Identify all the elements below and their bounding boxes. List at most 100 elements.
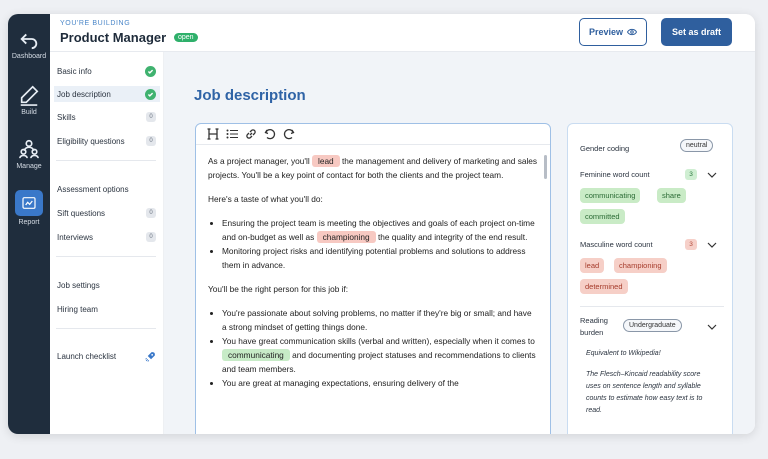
step-interviews-label: Interviews — [57, 232, 94, 242]
gender-coding-label: Gender coding — [580, 144, 630, 153]
masculine-word-tag: determined — [580, 279, 628, 294]
step-eligibility-questions[interactable]: Eligibility questions 0 — [54, 133, 160, 149]
report-icon — [22, 197, 36, 209]
editor-scrollbar[interactable] — [544, 155, 547, 179]
page-header: YOU'RE BUILDING Product Manager open Pre… — [50, 14, 755, 52]
undo-icon[interactable] — [263, 128, 276, 141]
main-content: Job description As a project manager, yo… — [164, 52, 755, 434]
text: You have great communication skills (ver… — [222, 336, 535, 346]
chevron-down-icon[interactable] — [707, 241, 717, 249]
steps-divider — [56, 328, 156, 329]
list-item: Monitoring project risks and identifying… — [222, 244, 538, 272]
step-job-description[interactable]: Job description — [54, 86, 160, 102]
feminine-word-count-label: Feminine word count — [580, 170, 650, 179]
masculine-word-count-label: Masculine word count — [580, 240, 653, 249]
pen-icon — [20, 85, 39, 106]
step-basic-info-label: Basic info — [57, 66, 92, 76]
feminine-highlight[interactable]: communicating — [222, 349, 290, 361]
redo-icon[interactable] — [282, 128, 295, 141]
bullet-list: You're passionate about solving problems… — [222, 306, 538, 390]
heading-icon[interactable] — [206, 128, 219, 141]
chevron-down-icon[interactable] — [707, 171, 717, 179]
nav-dashboard[interactable]: Dashboard — [8, 28, 50, 60]
check-icon — [145, 88, 156, 100]
masculine-word-tag: lead — [580, 258, 605, 273]
list-item: Ensuring the project team is meeting the… — [222, 216, 538, 244]
reading-equivalent: Equivalent to Wikipedia! — [586, 350, 661, 357]
paragraph: You'll be the right person for this job … — [208, 284, 349, 294]
list-item: You are great at managing expectations, … — [222, 376, 538, 390]
status-badge: open — [174, 33, 198, 42]
eye-icon — [627, 28, 638, 36]
preview-button[interactable]: Preview — [579, 18, 647, 46]
masculine-word-tag: championing — [614, 258, 667, 273]
feminine-count-badge: 3 — [685, 169, 697, 180]
header-eyebrow: YOU'RE BUILDING — [60, 20, 131, 27]
step-launch-checklist[interactable]: Launch checklist — [54, 348, 160, 364]
step-skills-label: Skills — [57, 112, 76, 122]
step-hiring-team[interactable]: Hiring team — [54, 301, 160, 317]
steps-divider — [56, 160, 156, 161]
reading-burden-value: Undergraduate — [623, 319, 682, 332]
preview-label: Preview — [588, 27, 624, 37]
check-icon — [145, 65, 156, 77]
step-launch-label: Launch checklist — [57, 351, 117, 361]
step-sift-label: Sift questions — [57, 208, 106, 218]
feminine-word-tag: communicating — [580, 188, 641, 203]
set-as-draft-button[interactable]: Set as draft — [661, 18, 732, 46]
reading-burden-label-2: burden — [580, 328, 604, 337]
list-item: You have great communication skills (ver… — [222, 334, 538, 376]
step-basic-info[interactable]: Basic info — [54, 63, 160, 79]
rocket-icon — [145, 351, 155, 362]
step-job-settings-label: Job settings — [57, 280, 100, 290]
nav-build-label: Build — [21, 109, 37, 116]
nav-report-label: Report — [18, 219, 40, 226]
job-description-editor[interactable]: As a project manager, you'll lead the ma… — [195, 123, 551, 434]
masculine-highlight[interactable]: lead — [311, 155, 340, 167]
bullet-list-icon[interactable] — [225, 128, 238, 141]
nav-dashboard-label: Dashboard — [11, 53, 47, 60]
feminine-word-tag: share — [657, 188, 686, 203]
back-arrow-icon — [20, 33, 38, 50]
gender-coding-value: neutral — [680, 139, 714, 152]
bullet-list: Ensuring the project team is meeting the… — [222, 216, 538, 272]
step-job-description-label: Job description — [57, 89, 111, 99]
paragraph: As a project manager, you'll lead the ma… — [208, 154, 538, 182]
editor-toolbar — [196, 124, 550, 145]
gender-coding-panel: Gender coding neutral Feminine word coun… — [567, 123, 733, 434]
step-job-settings[interactable]: Job settings — [54, 277, 160, 293]
step-assessment-label: Assessment options — [57, 184, 129, 194]
masculine-highlight[interactable]: championing — [316, 231, 376, 243]
feminine-word-tag: committed — [580, 209, 625, 224]
nav-build[interactable]: Build — [8, 84, 50, 116]
nav-manage-label: Manage — [16, 163, 42, 170]
masculine-count-badge: 3 — [685, 239, 697, 250]
text: As a project manager, you'll — [208, 156, 310, 166]
section-title: Job description — [194, 87, 306, 104]
step-interviews[interactable]: Interviews 0 — [54, 229, 160, 245]
paragraph: Here's a taste of what you'll do: — [208, 194, 323, 204]
chevron-down-icon[interactable] — [707, 323, 717, 331]
step-eligibility-label: Eligibility questions — [57, 136, 125, 146]
step-skills[interactable]: Skills 0 — [54, 109, 160, 125]
step-eligibility-count: 0 — [146, 136, 156, 146]
step-sift-questions[interactable]: Sift questions 0 — [54, 205, 160, 221]
panel-divider — [580, 306, 724, 307]
editor-content[interactable]: As a project manager, you'll lead the ma… — [208, 154, 538, 400]
step-assessment-options[interactable]: Assessment options — [54, 181, 160, 197]
text: the quality and integrity of the end res… — [377, 232, 528, 242]
flesch-kincaid-note: The Flesch–Kincaid readability score use… — [586, 371, 703, 414]
link-icon[interactable] — [244, 128, 257, 141]
report-icon-tile — [15, 190, 43, 216]
steps-sidebar: Basic info Job description Skills 0 Elig… — [50, 52, 164, 434]
step-hiring-team-label: Hiring team — [57, 304, 98, 314]
step-sift-count: 0 — [146, 208, 156, 218]
nav-rail: Dashboard Build Manage Report — [8, 14, 50, 434]
steps-divider — [56, 256, 156, 257]
step-skills-count: 0 — [146, 112, 156, 122]
list-item: You're passionate about solving problems… — [222, 306, 538, 334]
nav-manage[interactable]: Manage — [8, 138, 50, 170]
nav-report[interactable]: Report — [8, 190, 50, 226]
app-window: Dashboard Build Manage Report YOU'RE BUI… — [8, 14, 755, 434]
reading-burden-label-1: Reading — [580, 316, 608, 325]
